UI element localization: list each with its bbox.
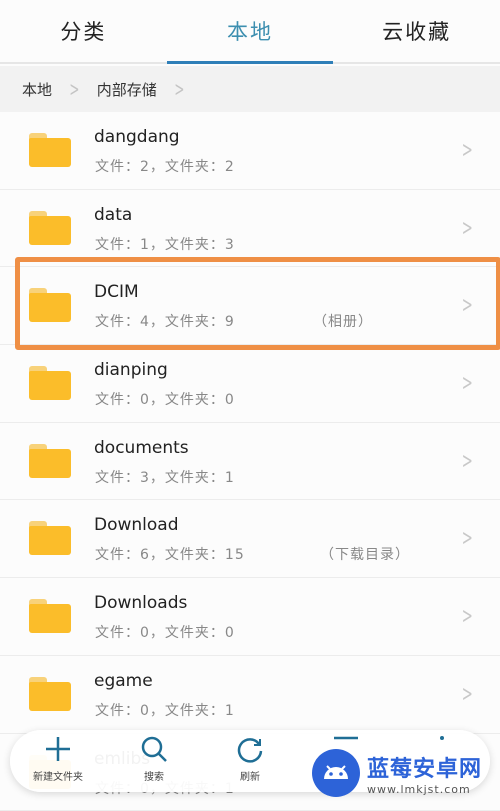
folder-name: documents — [94, 438, 189, 458]
folder-name: Download — [94, 515, 179, 535]
folder-icon — [29, 677, 71, 711]
folder-meta: 文件：0，文件夹：1 — [95, 700, 235, 720]
android-logo-icon — [312, 749, 360, 797]
folder-icon — [29, 211, 71, 245]
refresh-label: 刷新 — [240, 768, 260, 783]
new-folder-label: 新建文件夹 — [33, 768, 83, 783]
chevron-right-icon: > — [461, 371, 472, 396]
chevron-right-icon: > — [461, 449, 472, 474]
folder-name: data — [94, 205, 132, 225]
folder-icon — [29, 444, 71, 478]
folder-note: （相册） — [313, 311, 373, 331]
folder-meta: 文件：2，文件夹：2 — [95, 156, 235, 176]
search-icon — [139, 734, 169, 764]
breadcrumb-local[interactable]: 本地 — [22, 79, 52, 100]
folder-row[interactable]: dianping 文件：0，文件夹：0 > — [0, 345, 500, 423]
chevron-right-icon: > — [174, 77, 184, 101]
folder-meta: 文件：0，文件夹：0 — [95, 389, 235, 409]
plus-icon — [43, 734, 73, 764]
refresh-icon — [235, 734, 265, 764]
folder-meta: 文件：3，文件夹：1 — [95, 467, 235, 487]
folder-meta: 文件：6，文件夹：15 — [95, 544, 245, 564]
folder-name: egame — [94, 671, 153, 691]
folder-row[interactable]: dangdang 文件：2，文件夹：2 > — [0, 112, 500, 190]
folder-row[interactable]: Download 文件：6，文件夹：15 （下载目录） > — [0, 500, 500, 578]
folder-list: dangdang 文件：2，文件夹：2 > data 文件：1，文件夹：3 > … — [0, 112, 500, 811]
folder-name: dianping — [94, 360, 168, 380]
folder-name: Downloads — [94, 593, 187, 613]
tab-category[interactable]: 分类 — [0, 0, 167, 62]
folder-row[interactable]: DCIM 文件：4，文件夹：9 （相册） > — [0, 267, 500, 345]
folder-icon — [29, 599, 71, 633]
folder-note: （下载目录） — [320, 544, 410, 564]
watermark-url: www.lmkjst.com — [367, 783, 482, 796]
refresh-button[interactable]: 刷新 — [202, 730, 298, 792]
folder-row[interactable]: egame 文件：0，文件夹：1 > — [0, 656, 500, 734]
folder-meta: 文件：1，文件夹：3 — [95, 234, 235, 254]
folder-icon — [29, 521, 71, 555]
folder-icon — [29, 133, 71, 167]
chevron-right-icon: > — [461, 682, 472, 707]
folder-meta: 文件：0，文件夹：0 — [95, 622, 235, 642]
chevron-right-icon: > — [461, 216, 472, 241]
breadcrumb-internal-storage[interactable]: 内部存储 — [97, 79, 157, 100]
folder-row[interactable]: documents 文件：3，文件夹：1 > — [0, 423, 500, 501]
folder-meta: 文件：4，文件夹：9 — [95, 311, 235, 331]
folder-row[interactable]: data 文件：1，文件夹：3 > — [0, 190, 500, 268]
chevron-right-icon: > — [461, 138, 472, 163]
search-button[interactable]: 搜索 — [106, 730, 202, 792]
breadcrumb: 本地 > 内部存储 > — [0, 66, 500, 112]
folder-name: DCIM — [94, 282, 139, 302]
watermark-title: 蓝莓安卓网 — [367, 751, 482, 783]
folder-icon — [29, 366, 71, 400]
new-folder-button[interactable]: 新建文件夹 — [10, 730, 106, 792]
search-label: 搜索 — [144, 768, 164, 783]
tab-cloud-favorites[interactable]: 云收藏 — [333, 0, 500, 62]
folder-icon — [29, 288, 71, 322]
tab-bar: 分类 本地 云收藏 — [0, 0, 500, 64]
chevron-right-icon: > — [69, 77, 79, 101]
chevron-right-icon: > — [461, 293, 472, 318]
folder-row[interactable]: Downloads 文件：0，文件夹：0 > — [0, 578, 500, 656]
tab-local[interactable]: 本地 — [167, 0, 334, 62]
chevron-right-icon: > — [461, 604, 472, 629]
chevron-right-icon: > — [461, 526, 472, 551]
folder-name: dangdang — [94, 127, 180, 147]
watermark: 蓝莓安卓网 www.lmkjst.com — [312, 745, 500, 801]
